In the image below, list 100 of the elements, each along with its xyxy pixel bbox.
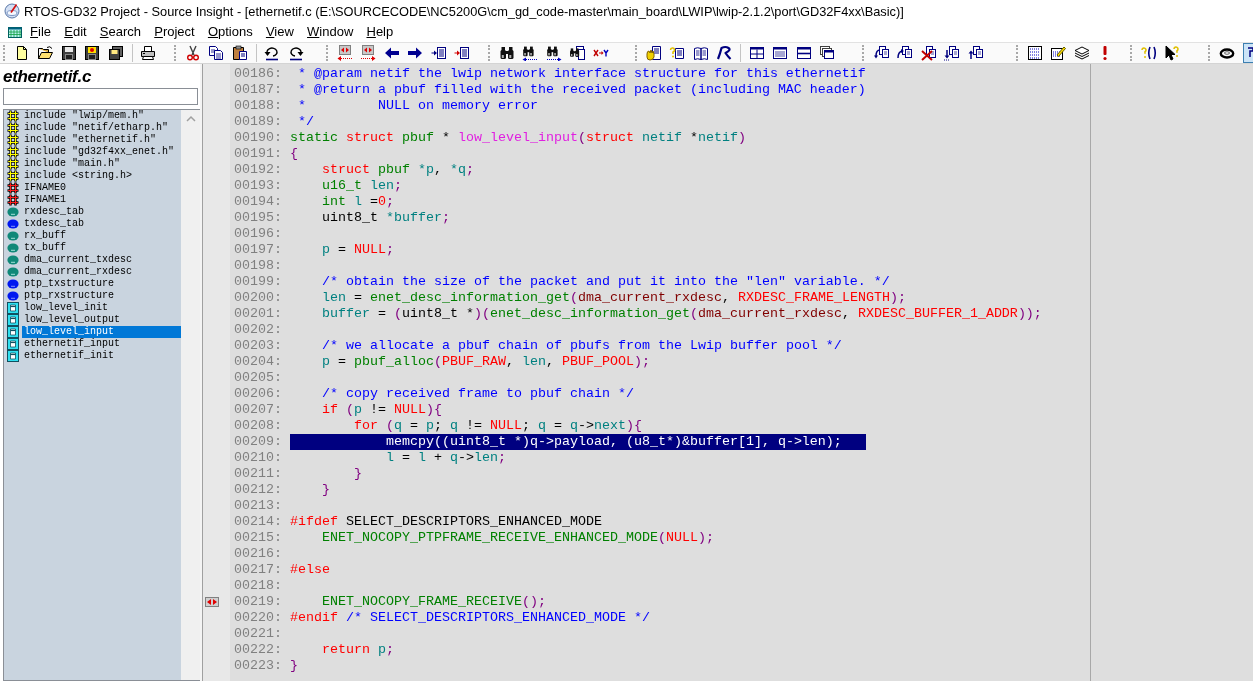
- code-line: buffer = (uint8_t *)(enet_desc_information_get(dma_current_rxdesc, RXDESC_BUFFER_1_ADDR));: [322, 306, 1042, 322]
- copy-icon[interactable]: [208, 45, 225, 61]
- redo-icon[interactable]: [287, 45, 304, 61]
- code-line: p = pbuf_alloc(PBUF_RAW, len, PBUF_POOL);: [322, 354, 650, 370]
- pencil-page-icon[interactable]: [1050, 45, 1067, 61]
- symbol-item[interactable]: ptp_txstructure: [22, 278, 181, 290]
- oval-icon: [7, 230, 19, 242]
- floppy-mark-icon[interactable]: [84, 45, 101, 61]
- stack-icon[interactable]: [1073, 45, 1090, 61]
- cascade-windows-icon[interactable]: [819, 45, 836, 61]
- letter-r-icon[interactable]: [716, 45, 733, 61]
- scrollbar[interactable]: [181, 110, 200, 680]
- line-number: 00213:: [234, 498, 282, 514]
- arrow-box-right-icon[interactable]: [360, 45, 377, 61]
- symbol-item[interactable]: include "netif/etharp.h": [22, 122, 181, 134]
- symbol-item[interactable]: include "ethernetif.h": [22, 134, 181, 146]
- file-title: ethernetif.c: [3, 66, 92, 88]
- left-arrow-icon[interactable]: [383, 45, 400, 61]
- code-line: /* copy received frame to pbuf chain */: [322, 386, 634, 402]
- pointer-question-icon[interactable]: [1164, 45, 1181, 61]
- grid-window-icon[interactable]: [748, 45, 765, 61]
- menu-item[interactable]: Search: [93, 23, 148, 41]
- symbol-item[interactable]: txdesc_tab: [22, 218, 181, 230]
- symbol-item[interactable]: rxdesc_tab: [22, 206, 181, 218]
- symbol-item[interactable]: low_level_output: [22, 314, 181, 326]
- symbol-item[interactable]: ethernetif_init: [22, 350, 181, 362]
- dotted-page-icon[interactable]: [1026, 45, 1043, 61]
- line-number: 00191:: [234, 146, 282, 162]
- line-number: 00223:: [234, 658, 282, 674]
- symbol-item[interactable]: IFNAME1: [22, 194, 181, 206]
- symbol-item[interactable]: IFNAME0: [22, 182, 181, 194]
- tile-icon: [7, 302, 19, 314]
- code-line: l = l + q->len;: [385, 450, 506, 466]
- line-number: 00221:: [234, 626, 282, 642]
- symbol-item[interactable]: dma_current_rxdesc: [22, 266, 181, 278]
- undo-icon[interactable]: [264, 45, 281, 61]
- menu-item[interactable]: File: [23, 23, 58, 41]
- stacked-floppies-icon[interactable]: [107, 45, 124, 61]
- code-line: /* we allocate a pbuf chain of pbufs from the Lwip buffer pool */: [322, 338, 842, 354]
- binoculars-icon[interactable]: [498, 45, 515, 61]
- symbol-item[interactable]: tx_buff: [22, 242, 181, 254]
- symbol-item[interactable]: include "lwip/mem.h": [22, 110, 181, 122]
- hand-document-icon[interactable]: [645, 45, 662, 61]
- line-number: 00218:: [234, 578, 282, 594]
- hash-icon: [7, 170, 19, 182]
- question-parens-icon[interactable]: [1140, 45, 1157, 61]
- menu-item[interactable]: Project: [147, 23, 202, 41]
- line-number: 00198:: [234, 258, 282, 274]
- line-number: 00187:: [234, 82, 282, 98]
- open-folder-icon[interactable]: [37, 45, 54, 61]
- paste-icon[interactable]: [231, 45, 248, 61]
- window-grid-icon: [8, 25, 22, 39]
- split-window-icon[interactable]: [795, 45, 812, 61]
- oval-icon: [7, 266, 19, 278]
- documents-arrow-icon[interactable]: [896, 45, 913, 61]
- symbol-item[interactable]: low_level_input: [22, 326, 181, 338]
- binoculars-right-icon[interactable]: [545, 45, 562, 61]
- book-icon[interactable]: [692, 45, 709, 61]
- documents-cross-icon[interactable]: [919, 45, 936, 61]
- symbol-item[interactable]: rx_buff: [22, 230, 181, 242]
- symbol-item[interactable]: dma_current_txdesc: [22, 254, 181, 266]
- tile-icon: [7, 338, 19, 350]
- filter-field[interactable]: [3, 88, 198, 105]
- menu-item[interactable]: Edit: [57, 23, 94, 41]
- floppy-icon[interactable]: [60, 45, 77, 61]
- symbol-item[interactable]: include "main.h": [22, 158, 181, 170]
- tool-icon[interactable]: [1243, 43, 1253, 63]
- code-line: memcpy((uint8_t *)q->payload, (u8_t*)&buffer[1], q->len);: [385, 434, 842, 450]
- list-arrow-icon[interactable]: [454, 45, 471, 61]
- scissors-icon[interactable]: [184, 45, 201, 61]
- ring-icon[interactable]: [1218, 45, 1235, 61]
- list-arrow-icon[interactable]: [430, 45, 447, 61]
- code-line: */: [298, 114, 314, 130]
- window-icon[interactable]: [772, 45, 789, 61]
- symbol-item[interactable]: ethernetif_input: [22, 338, 181, 350]
- code-line: }: [290, 658, 298, 674]
- arrow-box-left-icon[interactable]: [336, 45, 353, 61]
- documents-arrow-icon[interactable]: [966, 45, 983, 61]
- menu-item[interactable]: View: [259, 23, 301, 41]
- code-line: len = enet_desc_information_get(dma_current_rxdesc, RXDESC_FRAME_LENGTH);: [322, 290, 906, 306]
- code-line: if (p != NULL){: [322, 402, 442, 418]
- menu-item[interactable]: Window: [300, 23, 360, 41]
- right-arrow-icon[interactable]: [407, 45, 424, 61]
- line-number: 00199:: [234, 274, 282, 290]
- oval-icon: [7, 254, 19, 266]
- question-page-icon[interactable]: [669, 45, 686, 61]
- printer-icon[interactable]: [140, 45, 157, 61]
- oval-icon: [7, 206, 19, 218]
- line-number: 00207:: [234, 402, 282, 418]
- line-number: 00197:: [234, 242, 282, 258]
- menu-item[interactable]: Options: [201, 23, 260, 41]
- menu-item[interactable]: Help: [359, 23, 400, 41]
- symbol-item[interactable]: include <string.h>: [22, 170, 181, 182]
- binoculars-pages-icon[interactable]: [569, 45, 586, 61]
- symbol-item[interactable]: include "gd32f4xx_enet.h": [22, 146, 181, 158]
- symbol-item[interactable]: low_level_init: [22, 302, 181, 314]
- symbol-item[interactable]: ptp_rxstructure: [22, 290, 181, 302]
- documents-arrow-icon[interactable]: [872, 45, 889, 61]
- documents-arrow-icon[interactable]: [943, 45, 960, 61]
- binoculars-left-icon[interactable]: [522, 45, 539, 61]
